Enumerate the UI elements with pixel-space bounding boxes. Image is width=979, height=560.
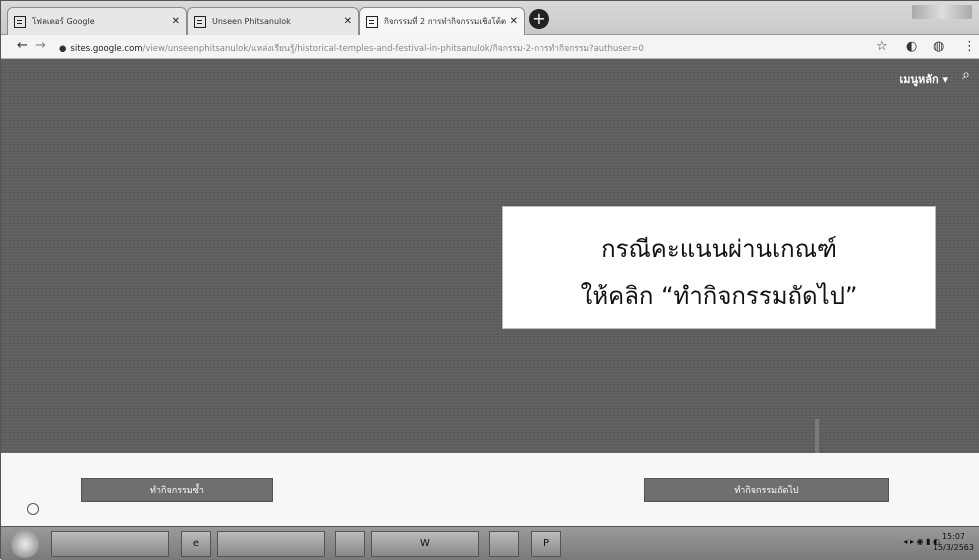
powerpoint-icon[interactable]: P bbox=[531, 531, 561, 557]
back-arrow-icon[interactable]: ← bbox=[17, 38, 28, 53]
info-icon: ● bbox=[59, 44, 67, 54]
repeat-activity-button[interactable]: ทำกิจกรรมซ้ำ bbox=[81, 478, 273, 502]
close-icon[interactable]: ✕ bbox=[344, 16, 352, 27]
ie-icon[interactable]: e bbox=[181, 531, 211, 557]
url-host: sites.google.com bbox=[70, 44, 143, 54]
chrome-icon[interactable] bbox=[217, 531, 325, 557]
sites-icon bbox=[14, 15, 26, 28]
word-icon[interactable]: W bbox=[371, 531, 479, 557]
tab-title: กิจกรรมที่ 2 การทำกิจกรรมเชิงโต้ตอบ bbox=[384, 17, 506, 26]
taskbar-app-icon[interactable] bbox=[335, 531, 365, 557]
close-icon[interactable]: ✕ bbox=[172, 16, 180, 27]
tab-unseen-phitsanulok[interactable]: Unseen Phitsanulok ✕ bbox=[187, 7, 359, 35]
star-icon[interactable]: ☆ bbox=[876, 39, 888, 54]
more-menu-icon[interactable]: ⋮ bbox=[963, 39, 976, 54]
address-bar: ← → C ●sites.google.com/view/unseenphits… bbox=[1, 35, 979, 59]
extension-icon[interactable]: ◐ bbox=[906, 39, 917, 54]
tab-google-folder[interactable]: โฟลเดอร์ Google ✕ bbox=[7, 7, 187, 35]
search-icon[interactable]: ⌕ bbox=[962, 67, 970, 83]
tab-strip: โฟลเดอร์ Google ✕ Unseen Phitsanulok ✕ ก… bbox=[1, 1, 979, 35]
window-controls[interactable] bbox=[912, 5, 972, 19]
clock-time: 15:07 bbox=[941, 532, 966, 541]
tab-title: โฟลเดอร์ Google bbox=[32, 17, 95, 26]
help-icon[interactable] bbox=[27, 503, 39, 515]
page-content: เมนูหลัก ▾ ⌕ กรณีคะแนนผ่านเกณฑ์ ให้คลิก … bbox=[1, 59, 979, 477]
taskbar-app-icon[interactable] bbox=[489, 531, 519, 557]
sites-icon bbox=[194, 15, 206, 28]
new-tab-button[interactable]: + bbox=[529, 9, 549, 29]
tab-activity-2[interactable]: กิจกรรมที่ 2 การทำกิจกรรมเชิงโต้ตอบ ✕ bbox=[359, 7, 525, 35]
taskbar: e W P ◂ ▸ ◉ ▮ ◐ 15:07 15/3/2563 bbox=[1, 526, 979, 560]
clock[interactable]: 15:07 15/3/2563 bbox=[933, 531, 974, 553]
screen: โฟลเดอร์ Google ✕ Unseen Phitsanulok ✕ ก… bbox=[0, 0, 979, 560]
start-button[interactable] bbox=[11, 530, 39, 558]
instruction-callout: กรณีคะแนนผ่านเกณฑ์ ให้คลิก “ทำกิจกรรมถัด… bbox=[502, 206, 936, 329]
clock-date: 15/3/2563 bbox=[932, 543, 974, 552]
forward-arrow-icon[interactable]: → bbox=[35, 38, 46, 53]
callout-line-1: กรณีคะแนนผ่านเกณฑ์ bbox=[601, 235, 837, 263]
site-menu[interactable]: เมนูหลัก ▾ bbox=[899, 70, 948, 88]
close-icon[interactable]: ✕ bbox=[510, 16, 518, 27]
tab-title: Unseen Phitsanulok bbox=[212, 17, 291, 26]
next-activity-button[interactable]: ทำกิจกรรมถัดไป bbox=[644, 478, 889, 502]
taskbar-app-explorer[interactable] bbox=[51, 531, 169, 557]
account-icon[interactable]: ◍ bbox=[933, 39, 944, 54]
url-field[interactable]: ● sites.google.com/view/unseenphitsanulok… bbox=[59, 41, 839, 55]
sites-icon bbox=[366, 15, 378, 28]
callout-line-2: ให้คลิก “ทำกิจกรรมถัดไป” bbox=[580, 282, 858, 310]
page-footer: ทำกิจกรรมซ้ำ ทำกิจกรรมถัดไป bbox=[1, 453, 979, 526]
url-path: /view/unseenphitsanulok/แหล่งเรียนรู้/hi… bbox=[142, 44, 644, 54]
